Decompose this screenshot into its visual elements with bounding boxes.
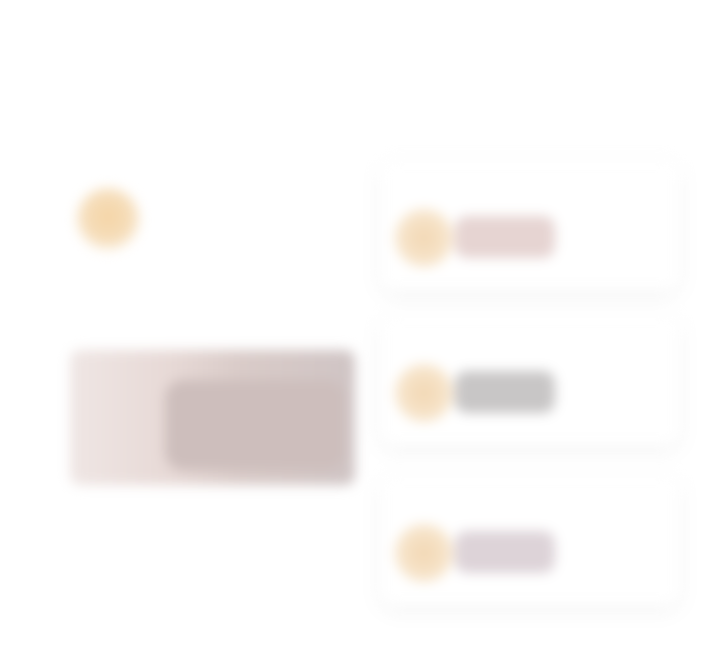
card-avatar	[394, 523, 454, 583]
section-label	[78, 146, 168, 160]
user-row[interactable]	[68, 174, 358, 264]
hero-overlay	[165, 380, 345, 470]
content-card[interactable]	[380, 160, 680, 290]
header-action-link[interactable]	[560, 64, 640, 82]
card-title	[570, 531, 665, 545]
card-subtitle	[570, 553, 650, 565]
app-page	[0, 0, 718, 662]
right-column	[380, 140, 680, 620]
card-title	[570, 371, 665, 385]
card-subtitle	[570, 393, 650, 405]
card-title	[570, 216, 665, 230]
hero-subcaption	[74, 568, 254, 580]
user-name	[158, 198, 338, 212]
hero-image[interactable]	[70, 350, 355, 485]
card-subtitle	[570, 238, 650, 250]
user-meta	[158, 220, 308, 232]
content-card[interactable]	[380, 475, 680, 605]
page-title	[66, 62, 206, 84]
hero-caption	[74, 540, 314, 554]
card-thumbnail	[455, 216, 555, 258]
card-thumbnail	[455, 371, 555, 413]
card-avatar	[394, 363, 454, 423]
left-column	[60, 130, 360, 610]
card-thumbnail	[455, 531, 555, 573]
card-avatar	[394, 208, 454, 268]
avatar[interactable]	[76, 188, 140, 252]
content-card[interactable]	[380, 315, 680, 445]
